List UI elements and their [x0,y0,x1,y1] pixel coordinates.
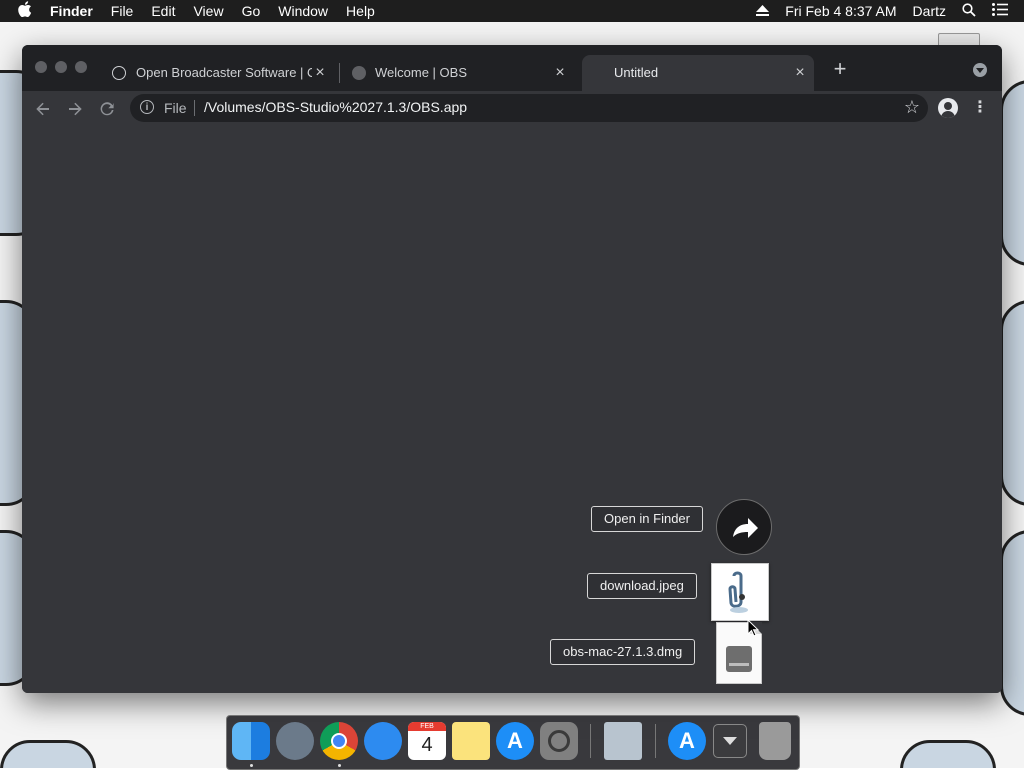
calendar-month: FEB [408,722,446,731]
calendar-day: 4 [421,734,433,756]
launchpad-icon[interactable] [276,722,314,760]
curved-arrow-icon [733,518,758,538]
spotlight-search-icon[interactable] [962,2,976,20]
paperclip-image-icon [728,571,748,613]
browser-window: Open Broadcaster Software | O × Welcome … [22,45,1002,693]
tab-strip: Open Broadcaster Software | O × Welcome … [22,45,1002,91]
trash-icon[interactable] [759,722,791,760]
wallpaper-shape [1000,530,1024,716]
tab-welcome-obs[interactable]: Welcome | OBS × [342,55,574,91]
tab-label: Open Broadcaster Software | O [136,65,312,80]
running-indicator [338,764,341,767]
menu-user[interactable]: Dartz [913,3,946,19]
tab-obs-project[interactable]: Open Broadcaster Software | O × [102,55,334,91]
arrow-right-icon [69,102,82,116]
globe-favicon-icon [352,66,366,80]
notes-icon[interactable] [452,722,490,760]
forward-button[interactable] [63,97,87,121]
menu-edit[interactable]: Edit [151,3,175,19]
menu-file[interactable]: File [111,3,134,19]
more-options-icon[interactable]: ⋮ [972,98,988,118]
running-indicator [250,764,253,767]
stack-open-in-finder-label[interactable]: Open in Finder [591,506,703,532]
preview-icon[interactable] [604,722,642,760]
apple-menu-icon[interactable] [18,1,32,21]
mouse-cursor-icon [747,618,760,637]
profile-avatar-icon[interactable] [938,98,958,118]
arrow-left-icon [36,102,49,116]
dock-divider [655,724,656,758]
browser-toolbar: i File /Volumes/OBS-Studio%2027.1.3/OBS.… [22,91,1002,127]
tab-label: Welcome | OBS [375,65,467,80]
address-divider [194,100,195,116]
tab-untitled[interactable]: Untitled × [582,55,814,91]
menu-clock[interactable]: Fri Feb 4 8:37 AM [785,3,896,19]
menu-app-name[interactable]: Finder [50,3,93,19]
tab-close-icon[interactable]: × [552,65,568,81]
eject-icon[interactable] [756,3,770,19]
dock-divider [590,724,591,758]
info-icon[interactable]: i [140,100,154,114]
disk-image-icon [726,646,752,672]
system-preferences-icon[interactable] [540,722,578,760]
reload-button[interactable] [95,97,119,121]
open-in-finder-button[interactable] [716,499,772,555]
back-button[interactable] [31,97,55,121]
menu-help[interactable]: Help [346,3,375,19]
new-tab-button[interactable]: + [830,58,850,80]
stack-item-download-jpeg-label[interactable]: download.jpeg [587,573,697,599]
obs-favicon-icon [112,66,126,80]
safari-icon[interactable] [364,722,402,760]
wallpaper-shape [1000,80,1024,266]
window-minimize-button[interactable] [55,61,67,73]
menu-view[interactable]: View [193,3,223,19]
window-zoom-button[interactable] [75,61,87,73]
tab-search-icon[interactable] [973,63,987,77]
menu-go[interactable]: Go [242,3,261,19]
wallpaper-shape [900,740,996,768]
window-close-button[interactable] [35,61,47,73]
wallpaper-shape [1000,300,1024,506]
app-store-icon[interactable]: A [496,722,534,760]
applications-folder-icon[interactable]: A [668,722,706,760]
address-bar[interactable]: i File /Volumes/OBS-Studio%2027.1.3/OBS.… [130,94,928,122]
chrome-icon[interactable] [320,722,358,760]
finder-icon[interactable] [232,722,270,760]
calendar-icon[interactable]: FEB 4 [408,722,446,760]
tab-close-icon[interactable]: × [312,65,328,81]
notification-center-icon[interactable] [992,3,1008,19]
refresh-icon [100,102,114,116]
bookmark-star-icon[interactable]: ☆ [904,97,920,118]
address-url-text[interactable]: /Volumes/OBS-Studio%2027.1.3/OBS.app [204,99,467,115]
menu-bar: Finder File Edit View Go Window Help Fri… [0,0,1024,22]
wallpaper-shape [0,740,96,768]
tab-divider [339,63,340,83]
tab-label: Untitled [614,65,659,80]
downloads-stack-icon[interactable] [713,724,747,758]
menu-window[interactable]: Window [278,3,328,19]
address-scheme-label: File [164,100,187,116]
page-content [22,127,1002,693]
tab-close-icon[interactable]: × [792,65,808,81]
stack-item-dmg-label[interactable]: obs-mac-27.1.3.dmg [550,639,696,665]
download-jpeg-thumbnail[interactable] [711,563,769,621]
dock: FEB 4 A A [226,715,800,770]
